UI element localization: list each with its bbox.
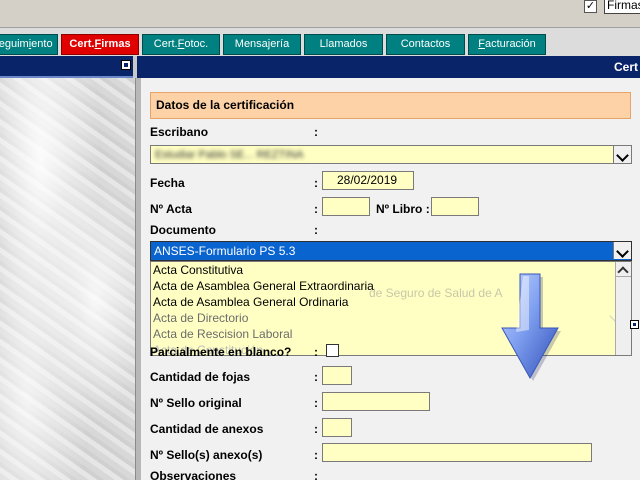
colon: : [314, 125, 318, 139]
tab-cert-firmas[interactable]: Cert.Firmas [61, 34, 139, 55]
minimize-panel-button[interactable] [121, 60, 131, 70]
tab-contactos[interactable]: Contactos [386, 34, 465, 55]
sellos-anexos-label: Nº Sello(s) anexo(s) [150, 448, 263, 462]
list-item[interactable]: Acta de Directorio [153, 310, 248, 326]
left-panel-titlebar [0, 56, 133, 78]
tab-seguimiento[interactable]: Seguimiento [0, 34, 58, 55]
tab-llamados[interactable]: Llamados [304, 34, 383, 55]
sellos-anexos-input[interactable] [322, 443, 592, 462]
tab-mensajeria[interactable]: Mensajería [223, 34, 301, 55]
cantidad-fojas-label: Cantidad de fojas [150, 370, 251, 384]
list-item[interactable]: Acta de Asamblea General Ordinaria [153, 294, 348, 310]
arrow-down-icon [501, 273, 561, 381]
certification-form: Datos de la certificación Escribano : Es… [141, 78, 640, 480]
escribano-select[interactable]: Estudiar Pablo SE... REZTINA [150, 145, 632, 164]
nro-libro-input[interactable] [431, 197, 479, 216]
main-panel-titlebar: Cert [137, 56, 640, 78]
chevron-down-icon[interactable] [613, 146, 631, 163]
list-item[interactable]: Acta Constitutiva [153, 262, 243, 278]
cantidad-fojas-input[interactable] [322, 366, 352, 385]
nro-acta-input[interactable] [322, 197, 370, 216]
tab-facturacion[interactable]: Facturación [468, 34, 546, 55]
firmas-label: Firmas [604, 0, 640, 14]
colon: : [314, 223, 318, 237]
side-panel-button[interactable] [630, 320, 639, 329]
nro-libro-label: Nº Libro : [376, 202, 430, 216]
observaciones-label: Observaciones [150, 469, 237, 480]
fecha-input[interactable]: 28/02/2019 [322, 171, 414, 190]
escribano-label: Escribano [150, 125, 209, 139]
fecha-label: Fecha [150, 176, 185, 190]
sello-original-label: Nº Sello original [150, 396, 242, 410]
documento-selected: ANSES-Formulario PS 5.3 [154, 244, 296, 258]
chevron-down-icon[interactable] [613, 242, 631, 259]
colon: : [314, 422, 318, 436]
colon: : [314, 396, 318, 410]
tab-bar: Seguimiento Cert.Firmas Cert.Fotoc. Mens… [0, 28, 640, 56]
tab-cert-fotoc[interactable]: Cert.Fotoc. [142, 34, 220, 55]
colon: : [314, 469, 318, 480]
parcialmente-checkbox[interactable] [326, 344, 339, 357]
colon: : [314, 202, 318, 216]
documento-label: Documento [150, 223, 216, 237]
list-scrollbar[interactable] [615, 262, 631, 355]
left-panel-background [0, 78, 135, 480]
ghost-text: de Seguro de Salud de A [369, 286, 503, 300]
colon: : [314, 176, 318, 190]
chevron-up-icon[interactable] [616, 262, 631, 277]
documento-select[interactable]: ANSES-Formulario PS 5.3 [150, 241, 632, 261]
section-title: Datos de la certificación [150, 92, 631, 119]
colon: : [314, 345, 318, 359]
list-item[interactable]: Acta de Asamblea General Extraordinaria [153, 278, 374, 294]
colon: : [314, 448, 318, 462]
list-item[interactable]: Acta de Rescision Laboral [153, 326, 292, 342]
sello-original-input[interactable] [322, 392, 430, 411]
escribano-value: Estudiar Pablo SE... REZTINA [155, 149, 304, 161]
cantidad-anexos-label: Cantidad de anexos [150, 422, 264, 436]
colon: : [314, 370, 318, 384]
cantidad-anexos-input[interactable] [322, 418, 352, 437]
firmas-checkbox[interactable]: ✓ [584, 0, 597, 13]
nro-acta-label: Nº Acta [150, 202, 192, 216]
parcialmente-label: Parcialmente en blanco? [150, 345, 292, 359]
top-toolbar: ✓ Firmas [0, 0, 640, 28]
